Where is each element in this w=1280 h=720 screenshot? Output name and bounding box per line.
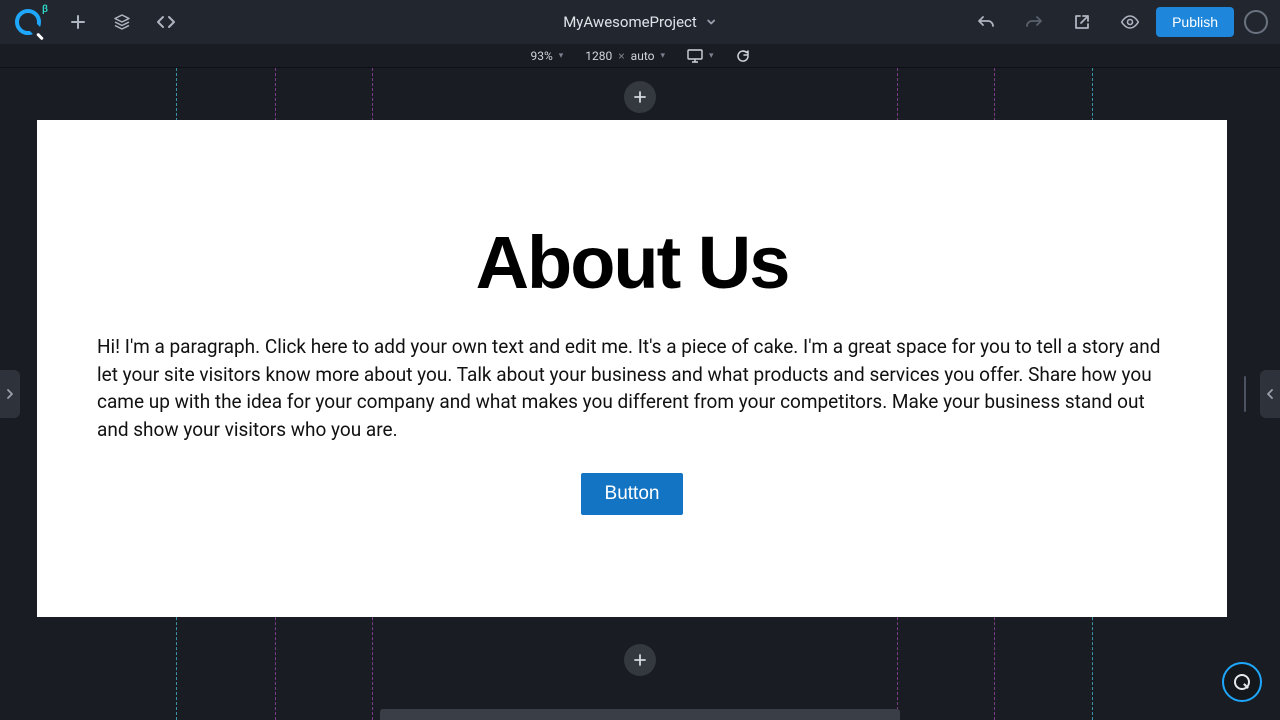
section-heading[interactable]: About Us <box>97 220 1167 305</box>
chevron-down-icon <box>705 16 717 28</box>
section-paragraph[interactable]: Hi! I'm a paragraph. Click here to add y… <box>97 333 1167 443</box>
viewport-toolbar: 93% ▾ 1280 × auto ▾ ▾ <box>0 44 1280 68</box>
caret-down-icon: ▾ <box>559 51 564 61</box>
caret-down-icon: ▾ <box>709 51 714 61</box>
device-selector[interactable]: ▾ <box>687 49 714 63</box>
times-separator: × <box>618 49 624 63</box>
search-icon <box>1234 674 1250 690</box>
workspace: About Us Hi! I'm a paragraph. Click here… <box>0 68 1280 720</box>
viewport-width: 1280 <box>585 49 612 63</box>
code-button[interactable] <box>144 0 188 44</box>
refresh-icon <box>736 49 750 63</box>
viewport-height: auto <box>631 49 655 63</box>
redo-button[interactable] <box>1012 0 1056 44</box>
publish-button[interactable]: Publish <box>1156 7 1234 37</box>
zoom-value: 93% <box>530 49 552 63</box>
desktop-icon <box>687 49 703 63</box>
page-canvas[interactable]: About Us Hi! I'm a paragraph. Click here… <box>37 120 1227 617</box>
add-section-below[interactable] <box>624 644 656 676</box>
help-button[interactable] <box>1222 662 1262 702</box>
layers-button[interactable] <box>100 0 144 44</box>
add-button[interactable] <box>56 0 100 44</box>
add-section-above[interactable] <box>624 81 656 113</box>
right-panel-toggle[interactable] <box>1260 370 1280 418</box>
refresh-button[interactable] <box>736 49 750 63</box>
project-title: MyAwesomeProject <box>563 13 697 31</box>
dimensions-control[interactable]: 1280 × auto ▾ <box>585 49 665 63</box>
preview-button[interactable] <box>1108 0 1152 44</box>
left-panel-toggle[interactable] <box>0 370 20 418</box>
right-panel-handle[interactable] <box>1244 376 1246 412</box>
caret-down-icon: ▾ <box>660 51 665 61</box>
section-button[interactable]: Button <box>581 473 684 515</box>
app-logo[interactable]: β <box>0 0 56 44</box>
undo-button[interactable] <box>964 0 1008 44</box>
top-toolbar: β MyAwesomeProject Publish <box>0 0 1280 44</box>
horizontal-scrollbar[interactable] <box>380 709 900 720</box>
zoom-control[interactable]: 93% ▾ <box>530 49 563 63</box>
beta-badge: β <box>42 4 48 15</box>
project-selector[interactable]: MyAwesomeProject <box>563 13 717 31</box>
account-avatar[interactable] <box>1244 10 1268 34</box>
open-external-button[interactable] <box>1060 0 1104 44</box>
